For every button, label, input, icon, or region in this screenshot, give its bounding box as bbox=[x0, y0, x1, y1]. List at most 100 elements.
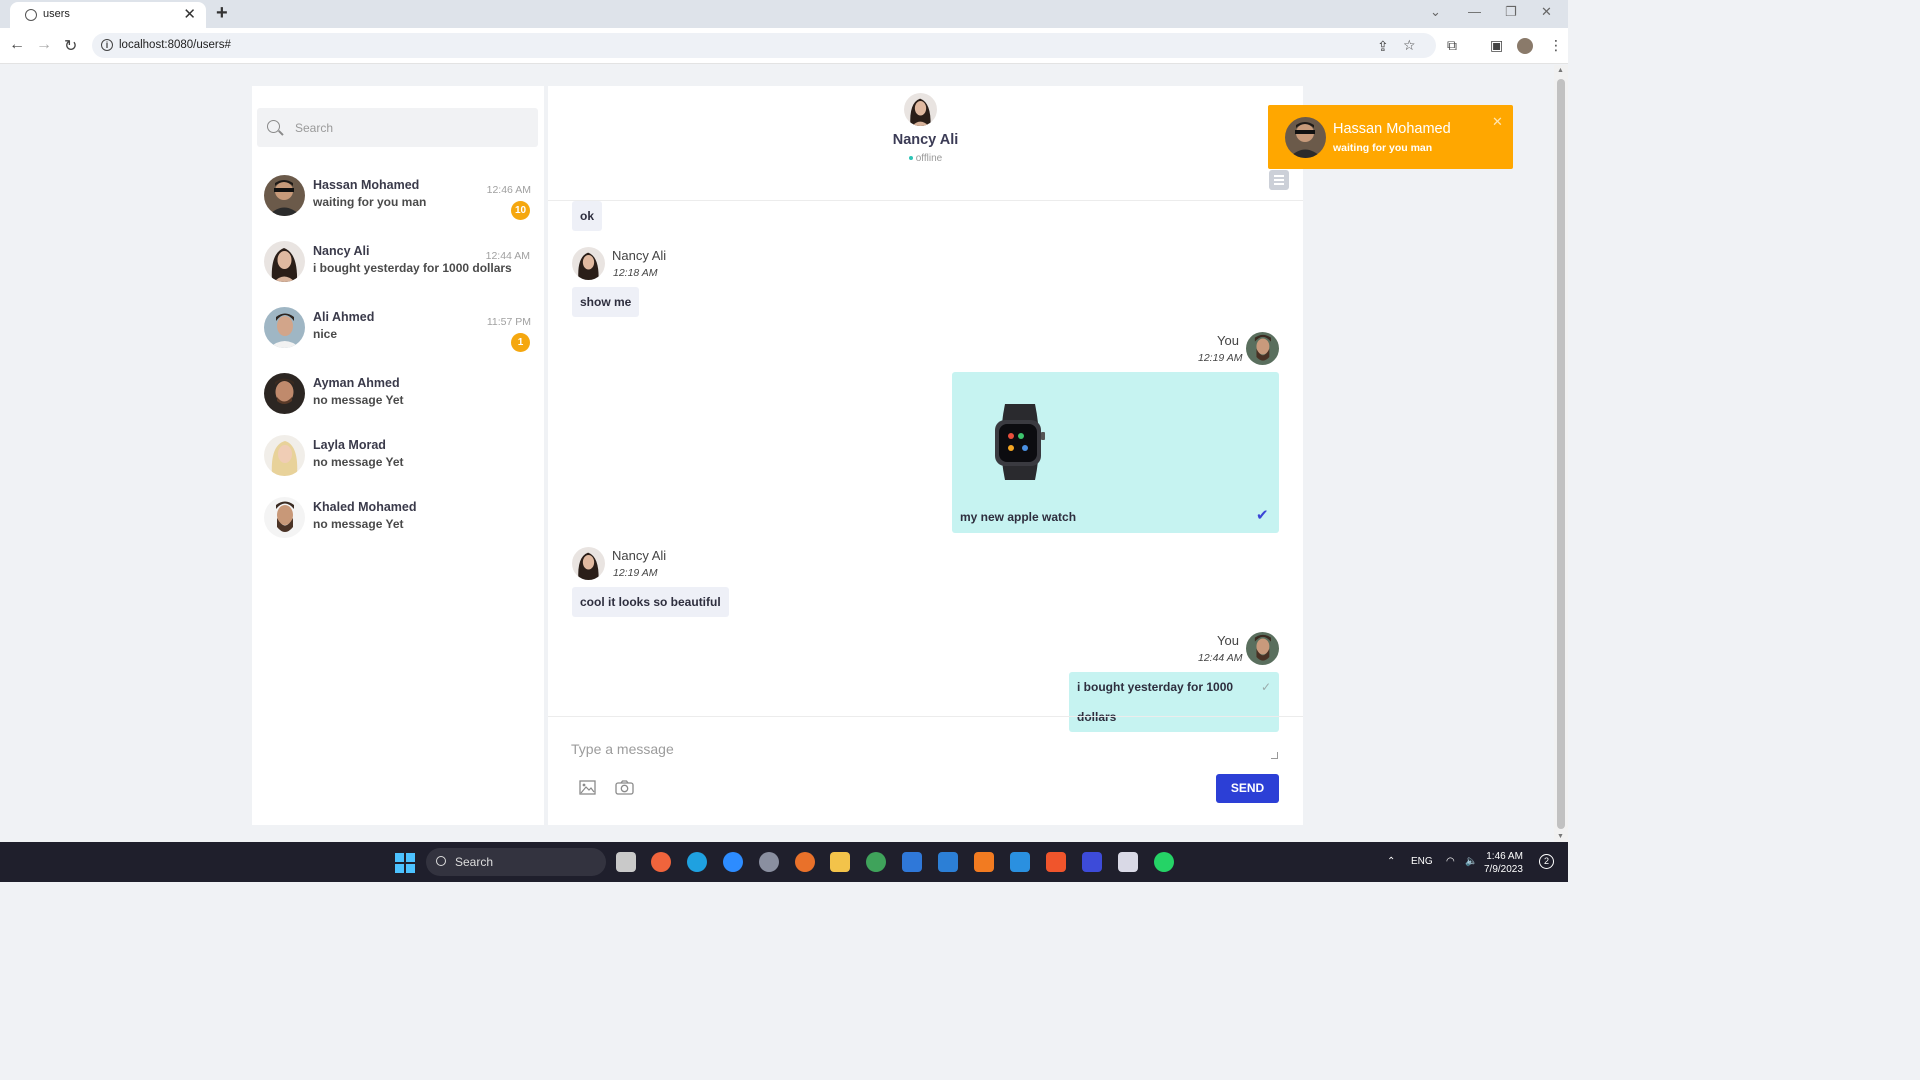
message-time: 12:46 AM bbox=[486, 184, 531, 196]
user-item-layla-morad[interactable]: Layla Morad no message Yet bbox=[252, 435, 544, 497]
mail-icon[interactable] bbox=[938, 852, 958, 872]
whatsapp-icon[interactable] bbox=[1154, 852, 1174, 872]
brave-icon[interactable] bbox=[1046, 852, 1066, 872]
forward-icon[interactable]: → bbox=[36, 36, 52, 54]
globe-icon bbox=[25, 9, 37, 21]
last-message: no message Yet bbox=[313, 393, 404, 407]
zoom-icon[interactable] bbox=[723, 852, 743, 872]
close-window-icon[interactable]: ✕ bbox=[1541, 4, 1552, 20]
status-text: offline bbox=[915, 153, 943, 164]
unread-badge: 1 bbox=[511, 333, 530, 352]
last-message: nice bbox=[313, 327, 338, 341]
address-bar[interactable]: i localhost:8080/users# ⇪ ☆ bbox=[92, 33, 1436, 58]
message-time: 12:44 AM bbox=[1198, 652, 1243, 664]
intellij-icon[interactable] bbox=[1082, 852, 1102, 872]
file-explorer-icon[interactable] bbox=[830, 852, 850, 872]
sender-name: Nancy Ali bbox=[612, 548, 667, 563]
image-upload-icon[interactable] bbox=[579, 780, 596, 800]
user-item-ayman-ahmed[interactable]: Ayman Ahmed no message Yet bbox=[252, 373, 544, 435]
incoming-message-bubble: cool it looks so beautiful bbox=[572, 587, 729, 617]
firefox-icon[interactable] bbox=[795, 852, 815, 872]
scroll-down-icon[interactable]: ▼ bbox=[1557, 833, 1564, 840]
xampp-icon[interactable] bbox=[974, 852, 994, 872]
scroll-up-icon[interactable]: ▲ bbox=[1557, 67, 1564, 74]
edge-icon[interactable] bbox=[687, 852, 707, 872]
notification-title: Hassan Mohamed bbox=[1333, 121, 1451, 137]
apple-watch-image bbox=[995, 404, 1045, 480]
wifi-icon[interactable]: ◠ bbox=[1446, 856, 1455, 867]
restore-icon[interactable]: ❐ bbox=[1505, 4, 1517, 20]
chat-menu-button[interactable] bbox=[1269, 170, 1289, 190]
site-info-icon[interactable]: i bbox=[101, 39, 113, 51]
snipping-tool-icon[interactable] bbox=[1118, 852, 1138, 872]
contact-status: offline bbox=[548, 153, 1303, 164]
url-text: localhost:8080/users# bbox=[119, 39, 231, 51]
avatar bbox=[264, 373, 305, 414]
profile-avatar[interactable] bbox=[1517, 38, 1533, 54]
browser-tab[interactable]: users ✕ bbox=[10, 2, 206, 28]
user-name: Nancy Ali bbox=[313, 244, 370, 258]
sender-name: You bbox=[1217, 633, 1239, 648]
status-dot-icon bbox=[908, 156, 913, 161]
tab-search-icon[interactable]: ⌄ bbox=[1430, 4, 1441, 20]
last-message: i bought yesterday for 1000 dollars bbox=[313, 261, 512, 275]
contact-name: Nancy Ali bbox=[892, 132, 959, 148]
windows-start-icon[interactable] bbox=[395, 853, 415, 873]
bookmark-star-icon[interactable]: ☆ bbox=[1403, 37, 1416, 54]
user-item-ali-ahmed[interactable]: Ali Ahmed nice 11:57 PM 1 bbox=[252, 307, 544, 369]
user-item-khaled-mohamed[interactable]: Khaled Mohamed no message Yet bbox=[252, 497, 544, 559]
os-taskbar: Search ⌃ ENG ◠ 🔈 1:46 AM 7/9/2023 2 bbox=[0, 842, 1568, 882]
avatar bbox=[264, 175, 305, 216]
back-icon[interactable]: ← bbox=[9, 36, 25, 54]
store-icon[interactable] bbox=[902, 852, 922, 872]
side-panel-icon[interactable]: ▣ bbox=[1490, 37, 1503, 54]
message-time: 12:19 AM bbox=[613, 567, 658, 579]
minimize-icon[interactable]: — bbox=[1468, 4, 1481, 19]
resize-handle-icon[interactable] bbox=[1271, 752, 1278, 759]
my-avatar bbox=[1246, 632, 1279, 665]
user-name: Khaled Mohamed bbox=[313, 500, 417, 514]
outgoing-image-message[interactable]: my new apple watch ✔ bbox=[952, 372, 1279, 533]
message-input[interactable]: Type a message bbox=[571, 741, 674, 757]
chat-header: Nancy Ali offline bbox=[548, 86, 1303, 201]
chrome-icon[interactable] bbox=[866, 852, 886, 872]
reload-icon[interactable]: ↻ bbox=[64, 36, 77, 56]
last-message: no message Yet bbox=[313, 517, 404, 531]
search-input[interactable]: Search bbox=[257, 108, 538, 147]
close-tab-icon[interactable]: ✕ bbox=[183, 5, 196, 23]
notification-avatar bbox=[1285, 117, 1326, 158]
system-clock[interactable]: 1:46 AM 7/9/2023 bbox=[1484, 850, 1523, 876]
extensions-icon[interactable]: ⧉ bbox=[1447, 37, 1457, 54]
language-indicator[interactable]: ENG bbox=[1411, 856, 1433, 867]
volume-icon[interactable]: 🔈 bbox=[1465, 856, 1477, 867]
message-time: 11:57 PM bbox=[486, 316, 531, 328]
message-composer: Type a message SEND bbox=[548, 716, 1303, 825]
message-notification[interactable]: Hassan Mohamed waiting for you man ✕ bbox=[1268, 105, 1513, 169]
settings-icon[interactable] bbox=[759, 852, 779, 872]
user-item-nancy-ali[interactable]: Nancy Ali i bought yesterday for 1000 do… bbox=[252, 241, 544, 303]
sender-avatar bbox=[572, 247, 605, 280]
user-item-hassan-mohamed[interactable]: Hassan Mohamed waiting for you man 12:46… bbox=[252, 175, 544, 237]
message-time: 12:18 AM bbox=[613, 267, 658, 279]
app-icon[interactable] bbox=[651, 852, 671, 872]
task-view-icon[interactable] bbox=[616, 852, 636, 872]
contact-avatar[interactable] bbox=[904, 93, 937, 126]
notification-center-badge[interactable]: 2 bbox=[1539, 854, 1554, 869]
vscode-icon[interactable] bbox=[1010, 852, 1030, 872]
share-icon[interactable]: ⇪ bbox=[1377, 38, 1389, 55]
scrollbar-thumb[interactable] bbox=[1557, 79, 1565, 829]
notification-close-icon[interactable]: ✕ bbox=[1492, 114, 1503, 130]
chat-panel: Nancy Ali offline ok Nancy Ali 12:18 AM … bbox=[548, 86, 1303, 825]
page-scrollbar[interactable]: ▲ ▼ bbox=[1554, 65, 1568, 842]
tab-title: users bbox=[43, 8, 70, 20]
camera-icon[interactable] bbox=[615, 780, 634, 800]
send-button[interactable]: SEND bbox=[1216, 774, 1279, 803]
message-time: 12:19 AM bbox=[1198, 352, 1243, 364]
image-caption: my new apple watch bbox=[960, 510, 1077, 524]
show-hidden-icons[interactable]: ⌃ bbox=[1387, 856, 1395, 867]
notification-message: waiting for you man bbox=[1333, 142, 1433, 154]
taskbar-search[interactable]: Search bbox=[426, 848, 606, 876]
browser-menu-icon[interactable]: ⋮ bbox=[1549, 37, 1563, 54]
read-check-icon: ✔ bbox=[1256, 507, 1269, 524]
new-tab-button[interactable]: + bbox=[216, 2, 228, 25]
